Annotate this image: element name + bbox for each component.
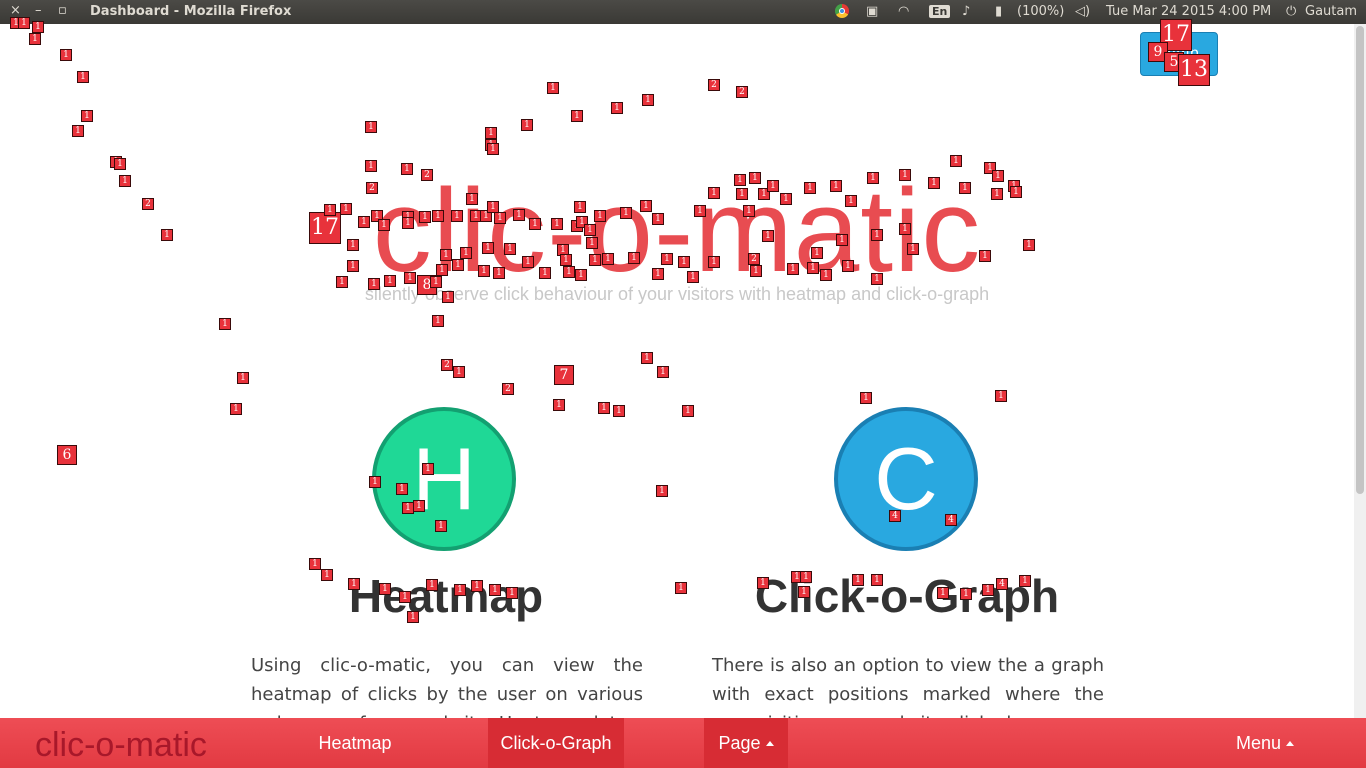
click-o-graph-heading: Click-o-Graph <box>754 570 1060 622</box>
notification-bell-icon[interactable]: ♪ <box>962 4 970 19</box>
heatmap-letter: H <box>412 429 476 528</box>
maximize-window-icon[interactable]: ▫ <box>58 3 67 18</box>
nav-page-label: Page <box>718 733 761 753</box>
page-content: Login clic-o-matic silently observe clic… <box>0 24 1354 768</box>
navbar-brand[interactable]: clic-o-matic <box>35 726 207 765</box>
nav-item-heatmap[interactable]: Heatmap <box>300 718 410 768</box>
caret-up-icon <box>1286 741 1295 746</box>
click-o-graph-feature-icon: C <box>834 407 978 551</box>
hero-title: clic-o-matic <box>372 165 982 297</box>
chrome-icon[interactable] <box>835 4 849 20</box>
scrollbar-thumb[interactable] <box>1356 26 1364 494</box>
nav-menu-label: Menu <box>1235 733 1282 753</box>
heatmap-heading: Heatmap <box>348 570 544 622</box>
os-title-bar: × – ▫ Dashboard - Mozilla Firefox ▣ ◠ En… <box>0 0 1366 24</box>
nav-heatmap-label: Heatmap <box>318 733 392 753</box>
nav-click-o-graph-label: Click-o-Graph <box>500 733 612 753</box>
volume-icon[interactable]: ◁) <box>1075 4 1090 19</box>
user-power-icon[interactable]: ⏻ <box>1286 4 1296 19</box>
user-name[interactable]: Gautam <box>1305 4 1357 19</box>
battery-icon[interactable]: ▮ <box>995 4 1002 19</box>
clock[interactable]: Tue Mar 24 2015 4:00 PM <box>1106 4 1271 19</box>
nav-item-page-dropdown[interactable]: Page <box>704 718 788 768</box>
vertical-scrollbar[interactable] <box>1354 24 1366 768</box>
keyboard-layout-indicator[interactable]: En <box>929 4 951 19</box>
battery-percentage: (100%) <box>1017 4 1065 19</box>
heatmap-feature-icon: H <box>372 407 516 551</box>
nav-item-menu-dropdown[interactable]: Menu <box>1222 718 1308 768</box>
minimize-window-icon[interactable]: – <box>35 3 42 18</box>
nav-item-click-o-graph[interactable]: Click-o-Graph <box>488 718 624 768</box>
window-title: Dashboard - Mozilla Firefox <box>90 4 292 19</box>
hero-subtitle: silently observe click behaviour of your… <box>364 284 990 304</box>
caret-up-icon <box>765 741 774 746</box>
close-window-icon[interactable]: × <box>10 3 21 18</box>
cpu-indicator-icon[interactable]: ▣ <box>866 4 878 19</box>
click-o-graph-letter: C <box>874 429 938 528</box>
bottom-navbar: clic-o-matic Heatmap Click-o-Graph Page … <box>0 718 1366 768</box>
wifi-icon[interactable]: ◠ <box>898 4 909 19</box>
login-button[interactable]: Login <box>1140 32 1218 76</box>
